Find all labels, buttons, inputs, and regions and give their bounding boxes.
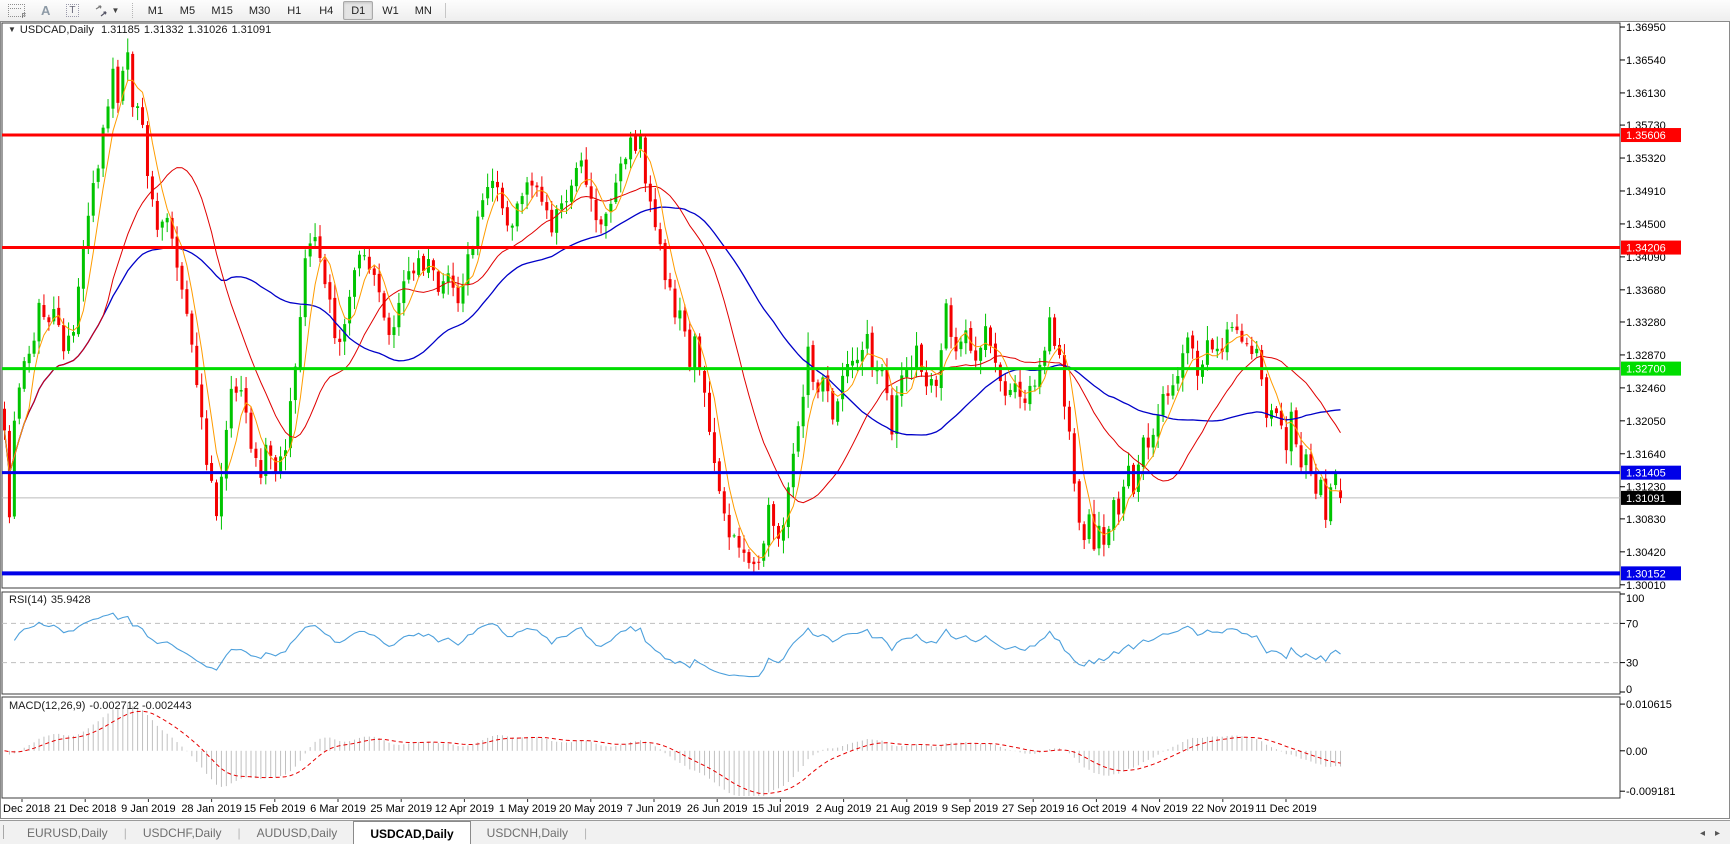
svg-text:28 Jan 2019: 28 Jan 2019 <box>181 803 242 815</box>
svg-text:1.31405: 1.31405 <box>1626 468 1666 480</box>
text-label-tool-button[interactable]: T <box>59 1 85 20</box>
tabs-scroll-right-icon[interactable]: ▸ <box>1715 828 1720 839</box>
timeframe-d1-button[interactable]: D1 <box>343 1 373 20</box>
chart-symbol: USDCAD,Daily <box>20 24 94 36</box>
toolbar: F A T ▼ M1 M5 M15 M30 H1 H4 D1 W1 MN <box>0 0 1730 22</box>
svg-text:1.31091: 1.31091 <box>1626 493 1666 505</box>
svg-text:21 Aug 2019: 21 Aug 2019 <box>876 803 938 815</box>
svg-text:1.34910: 1.34910 <box>1626 186 1666 198</box>
svg-text:1.34206: 1.34206 <box>1626 243 1666 255</box>
svg-text:1.36130: 1.36130 <box>1626 88 1666 100</box>
svg-text:-0.009181: -0.009181 <box>1626 786 1676 798</box>
grid-period-button[interactable]: F <box>1 1 32 20</box>
font-a-icon: A <box>41 4 50 17</box>
chart-header: ▼ USDCAD,Daily 1.31185 1.31332 1.310261.310… <box>8 24 275 36</box>
grid-icon: F <box>8 4 25 17</box>
svg-text:1.36540: 1.36540 <box>1626 55 1666 67</box>
svg-text:70: 70 <box>1626 618 1638 630</box>
svg-text:9 Sep 2019: 9 Sep 2019 <box>942 803 998 815</box>
macd-label: MACD(12,26,9)-0.002712 -0.002443 <box>9 700 196 712</box>
svg-text:25 Mar 2019: 25 Mar 2019 <box>370 803 432 815</box>
text-t-icon: T <box>66 4 78 17</box>
svg-text:21 Dec 2018: 21 Dec 2018 <box>54 803 116 815</box>
svg-text:9 Jan 2019: 9 Jan 2019 <box>121 803 175 815</box>
dropdown-caret-icon: ▼ <box>112 6 120 15</box>
svg-text:15 Jul 2019: 15 Jul 2019 <box>752 803 809 815</box>
tab-audusd-daily[interactable]: AUDUSD,Daily <box>241 821 354 844</box>
svg-text:0: 0 <box>1626 684 1632 696</box>
svg-text:1.30010: 1.30010 <box>1626 580 1666 592</box>
svg-text:27 Sep 2019: 27 Sep 2019 <box>1002 803 1064 815</box>
font-tool-button[interactable]: A <box>34 1 57 20</box>
ohlc-close: 1.31091 <box>231 24 271 36</box>
timeframe-mn-button[interactable]: MN <box>408 1 439 20</box>
svg-text:30: 30 <box>1626 658 1638 670</box>
chart-canvas[interactable]: 1.369501.365401.361301.357301.353201.349… <box>0 21 1730 820</box>
chart-area[interactable]: 1.369501.365401.361301.357301.353201.349… <box>0 21 1730 820</box>
collapse-caret-icon[interactable]: ▼ <box>8 25 16 34</box>
tab-usdcnh-daily[interactable]: USDCNH,Daily <box>471 821 584 844</box>
svg-text:22 Nov 2019: 22 Nov 2019 <box>1192 803 1254 815</box>
svg-text:1.32870: 1.32870 <box>1626 350 1666 362</box>
svg-text:1.33680: 1.33680 <box>1626 285 1666 297</box>
svg-text:1.32700: 1.32700 <box>1626 364 1666 376</box>
svg-text:6 Mar 2019: 6 Mar 2019 <box>310 803 366 815</box>
symbol-tabbar: EURUSD,Daily | USDCHF,Daily | AUDUSD,Dai… <box>0 820 1730 844</box>
tab-usdcad-daily[interactable]: USDCAD,Daily <box>353 821 470 844</box>
svg-text:1.34500: 1.34500 <box>1626 219 1666 231</box>
svg-text:1.30830: 1.30830 <box>1626 514 1666 526</box>
svg-text:1.30420: 1.30420 <box>1626 547 1666 559</box>
svg-text:1.32050: 1.32050 <box>1626 416 1666 428</box>
timeframe-h4-button[interactable]: H4 <box>311 1 341 20</box>
ohlc-open: 1.31185 <box>101 24 140 36</box>
ohlc-low: 1.31026 <box>188 24 228 36</box>
svg-text:2 Aug 2019: 2 Aug 2019 <box>816 803 872 815</box>
timeframe-h1-button[interactable]: H1 <box>279 1 309 20</box>
svg-text:16 Oct 2019: 16 Oct 2019 <box>1066 803 1126 815</box>
timeframe-w1-button[interactable]: W1 <box>375 1 406 20</box>
svg-text:1.35320: 1.35320 <box>1626 153 1666 165</box>
svg-text:1.36950: 1.36950 <box>1626 22 1666 34</box>
mt4-window: F A T ▼ M1 M5 M15 M30 H1 H4 D1 W1 MN <box>0 0 1730 844</box>
timeframe-m1-button[interactable]: M1 <box>140 1 170 20</box>
indicators-button[interactable]: ▼ <box>88 1 127 20</box>
svg-text:1.32460: 1.32460 <box>1626 383 1666 395</box>
timeframe-m5-button[interactable]: M5 <box>172 1 202 20</box>
indicators-icon <box>95 5 109 17</box>
tabs-scroll-left-icon[interactable]: ◂ <box>1700 828 1705 839</box>
svg-text:1.35606: 1.35606 <box>1626 130 1666 142</box>
tab-usdchf-daily[interactable]: USDCHF,Daily <box>127 821 238 844</box>
svg-text:11 Dec 2019: 11 Dec 2019 <box>1255 803 1317 815</box>
timeframe-m30-button[interactable]: M30 <box>242 1 277 20</box>
svg-text:0.00: 0.00 <box>1626 746 1647 758</box>
timeframe-m15-button[interactable]: M15 <box>204 1 239 20</box>
tabbar-left-divider <box>3 825 5 839</box>
ohlc-high: 1.31332 <box>144 24 184 36</box>
svg-text:0.010615: 0.010615 <box>1626 699 1672 711</box>
tab-eurusd-daily[interactable]: EURUSD,Daily <box>11 821 124 844</box>
svg-text:20 May 2019: 20 May 2019 <box>559 803 623 815</box>
rsi-label: RSI(14)35.9428 <box>9 594 95 606</box>
svg-text:12 Apr 2019: 12 Apr 2019 <box>435 803 494 815</box>
svg-text:4 Nov 2019: 4 Nov 2019 <box>1131 803 1187 815</box>
svg-text:15 Feb 2019: 15 Feb 2019 <box>244 803 306 815</box>
svg-text:1.30152: 1.30152 <box>1626 568 1666 580</box>
svg-text:3 Dec 2018: 3 Dec 2018 <box>0 803 50 815</box>
svg-text:1.33280: 1.33280 <box>1626 317 1666 329</box>
svg-text:100: 100 <box>1626 593 1644 605</box>
svg-text:7 Jun 2019: 7 Jun 2019 <box>627 803 681 815</box>
svg-text:1 May 2019: 1 May 2019 <box>499 803 556 815</box>
svg-text:26 Jun 2019: 26 Jun 2019 <box>687 803 748 815</box>
svg-text:1.31640: 1.31640 <box>1626 449 1666 461</box>
